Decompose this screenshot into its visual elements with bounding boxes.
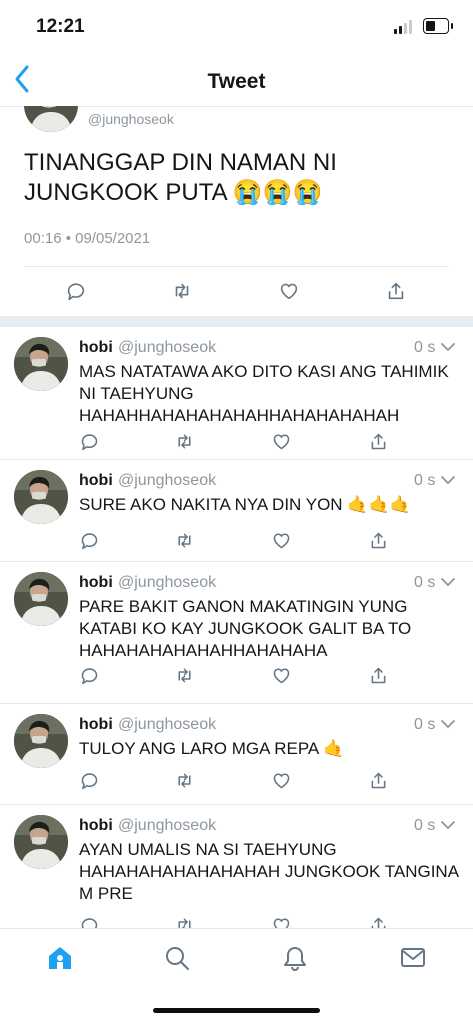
retweet-icon[interactable] xyxy=(174,431,195,452)
reply-name[interactable]: hobi xyxy=(79,716,113,734)
reply-actions xyxy=(0,770,473,794)
avatar[interactable] xyxy=(14,572,68,626)
reply-time: 0 s xyxy=(414,339,436,356)
chevron-down-icon[interactable] xyxy=(440,577,456,587)
battery-icon xyxy=(423,18,453,34)
reply-name[interactable]: hobi xyxy=(79,817,113,835)
like-icon[interactable] xyxy=(271,770,292,791)
reply-icon[interactable] xyxy=(79,915,100,928)
search-icon[interactable] xyxy=(164,945,190,971)
reply-text: SURE AKO NAKITA NYA DIN YON 🤙🤙🤙 xyxy=(79,495,411,514)
like-icon[interactable] xyxy=(271,665,292,686)
reply-actions xyxy=(0,431,473,455)
share-icon[interactable] xyxy=(385,280,407,302)
reply-tweet[interactable]: hobi @junghoseok 0 s AYAN UMALIS NA SI T… xyxy=(0,805,473,928)
reply-tweet[interactable]: hobi @junghoseok 0 s MAS NATATAWA AKO DI… xyxy=(0,327,473,459)
main-tweet-text: TINANGGAP DIN NAMAN NI JUNGKOOK PUTA 😭😭😭 xyxy=(24,149,337,206)
reply-text: TULOY ANG LARO MGA REPA 🤙 xyxy=(79,739,345,758)
navigation-bar: Tweet xyxy=(0,56,473,107)
reply-actions xyxy=(0,530,473,554)
retweet-icon[interactable] xyxy=(174,770,195,791)
reply-icon[interactable] xyxy=(65,280,87,302)
retweet-icon[interactable] xyxy=(174,915,195,928)
reply-text: MAS NATATAWA AKO DITO KASI ANG TAHIMIK N… xyxy=(79,362,449,425)
reply-handle: @junghoseok xyxy=(118,817,217,834)
avatar[interactable] xyxy=(14,470,68,524)
like-icon[interactable] xyxy=(271,530,292,551)
reply-icon[interactable] xyxy=(79,770,100,791)
share-icon[interactable] xyxy=(368,665,389,686)
reply-text: PARE BAKIT GANON MAKATINGIN YUNG KATABI … xyxy=(79,597,412,660)
main-tweet-timestamp: 00:16 • 09/05/2021 xyxy=(24,230,151,247)
page-title: Tweet xyxy=(207,70,266,93)
reply-icon[interactable] xyxy=(79,431,100,452)
chevron-down-icon[interactable] xyxy=(440,475,456,485)
avatar[interactable] xyxy=(14,815,68,869)
tweet-thread[interactable]: @junghoseok TINANGGAP DIN NAMAN NI JUNGK… xyxy=(0,106,473,928)
reply-time: 0 s xyxy=(414,716,436,733)
section-divider xyxy=(0,316,473,327)
like-icon[interactable] xyxy=(271,915,292,928)
reply-handle: @junghoseok xyxy=(118,716,217,733)
share-icon[interactable] xyxy=(368,431,389,452)
share-icon[interactable] xyxy=(368,915,389,928)
notifications-icon[interactable] xyxy=(282,945,308,971)
reply-handle: @junghoseok xyxy=(118,574,217,591)
avatar[interactable] xyxy=(24,106,78,132)
status-time: 12:21 xyxy=(36,16,85,37)
home-indicator xyxy=(153,1008,320,1013)
avatar[interactable] xyxy=(14,714,68,768)
home-icon[interactable] xyxy=(47,945,73,971)
signal-icon xyxy=(394,20,414,34)
messages-icon[interactable] xyxy=(400,946,426,970)
reply-time: 0 s xyxy=(414,472,436,489)
retweet-icon[interactable] xyxy=(171,280,193,302)
chevron-down-icon[interactable] xyxy=(440,719,456,729)
chevron-down-icon[interactable] xyxy=(440,820,456,830)
reply-handle: @junghoseok xyxy=(118,472,217,489)
main-tweet-handle[interactable]: @junghoseok xyxy=(88,111,174,127)
divider xyxy=(24,266,449,267)
reply-time: 0 s xyxy=(414,574,436,591)
status-bar: 12:21 xyxy=(0,0,473,56)
reply-icon[interactable] xyxy=(79,665,100,686)
reply-time: 0 s xyxy=(414,817,436,834)
retweet-icon[interactable] xyxy=(174,530,195,551)
main-tweet-actions xyxy=(0,278,473,308)
reply-actions xyxy=(0,665,473,689)
reply-name[interactable]: hobi xyxy=(79,339,113,357)
reply-tweet[interactable]: hobi @junghoseok 0 s TULOY ANG LARO MGA … xyxy=(0,704,473,804)
avatar[interactable] xyxy=(14,337,68,391)
retweet-icon[interactable] xyxy=(174,665,195,686)
reply-text: AYAN UMALIS NA SI TAEHYUNG HAHAHAHAHAHAH… xyxy=(79,840,459,903)
reply-tweet[interactable]: hobi @junghoseok 0 s SURE AKO NAKITA NYA… xyxy=(0,460,473,570)
like-icon[interactable] xyxy=(271,431,292,452)
reply-actions xyxy=(0,915,473,928)
share-icon[interactable] xyxy=(368,530,389,551)
like-icon[interactable] xyxy=(278,280,300,302)
reply-name[interactable]: hobi xyxy=(79,472,113,490)
reply-handle: @junghoseok xyxy=(118,339,217,356)
reply-tweet[interactable]: hobi @junghoseok 0 s PARE BAKIT GANON MA… xyxy=(0,562,473,702)
reply-name[interactable]: hobi xyxy=(79,574,113,592)
share-icon[interactable] xyxy=(368,770,389,791)
reply-icon[interactable] xyxy=(79,530,100,551)
chevron-down-icon[interactable] xyxy=(440,342,456,352)
